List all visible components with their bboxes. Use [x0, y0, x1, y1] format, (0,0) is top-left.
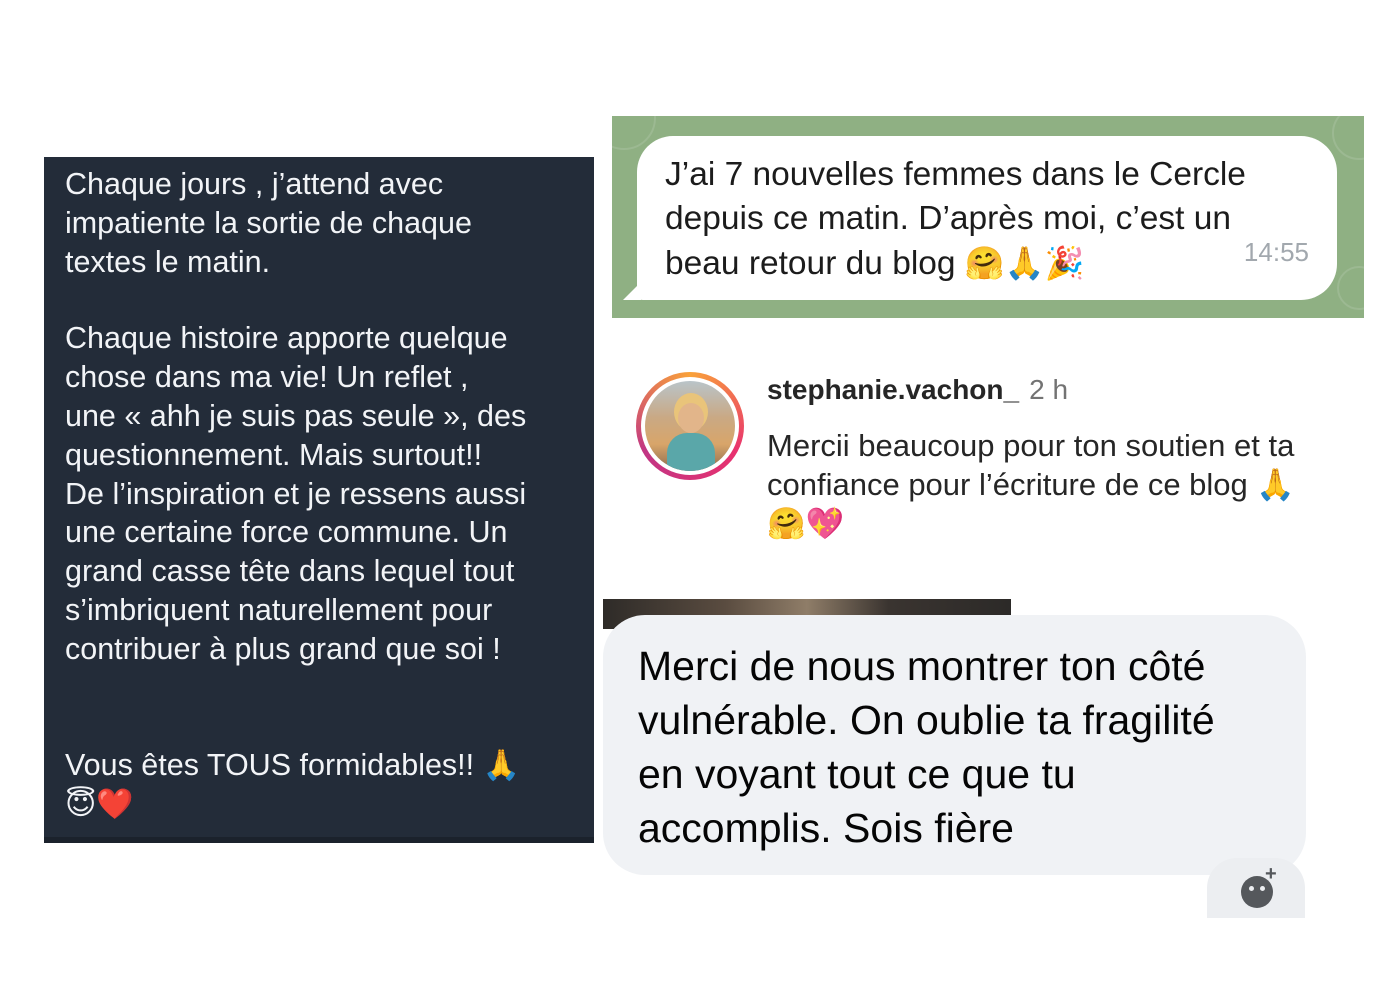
background-pattern [1332, 116, 1364, 160]
comment-header: stephanie.vachon_ 2 h [767, 374, 1068, 406]
grey-message-text: Merci de nous montrer ton côté vulnérabl… [638, 643, 1215, 851]
add-reaction-button[interactable]: + [1207, 858, 1305, 918]
comment-text: Mercii beaucoup pour ton soutien et ta c… [767, 426, 1364, 543]
grey-chat-bubble[interactable]: Merci de nous montrer ton côté vulnérabl… [603, 615, 1306, 875]
right-margin [1364, 100, 1400, 920]
left-message-paragraph-2: Chaque histoire apporte quelque chose da… [65, 321, 527, 666]
message-time: 14:55 [1243, 237, 1309, 267]
avatar-body [667, 433, 715, 471]
plus-icon: + [1265, 863, 1277, 885]
avatar[interactable] [636, 372, 744, 480]
comment-line-1: Mercii beaucoup pour ton soutien et ta [767, 428, 1295, 463]
left-message-card: Chaque jours , j’attend avec impatiente … [44, 157, 594, 843]
left-message-sign-off: Vous êtes TOUS formidables!! [65, 747, 483, 782]
green-message-text: J’ai 7 nouvelles femmes dans le Cercle d… [665, 156, 1246, 282]
left-message-paragraph-3: Vous êtes TOUS formidables!! 🙏 [65, 746, 572, 786]
instagram-comment: stephanie.vachon_ 2 h Mercii beaucoup pou… [612, 352, 1364, 552]
green-chat-panel: J’ai 7 nouvelles femmes dans le Cercle d… [612, 116, 1364, 318]
username[interactable]: stephanie.vachon_ [767, 374, 1019, 405]
avatar-head [678, 403, 704, 433]
left-message-paragraph-1: Chaque jours , j’attend avec impatiente … [65, 167, 472, 279]
comment-line-3: 🤗💖 [767, 506, 845, 541]
comment-line-2: confiance pour l’écriture de ce blog 🙏 [767, 467, 1295, 502]
left-message-emojis: 😇❤️ [65, 785, 572, 825]
pray-emoji: 🙏 [482, 748, 520, 782]
green-message-emojis: 🤗🙏🎉 [964, 245, 1085, 281]
angel-heart-emoji: 😇❤️ [65, 788, 134, 822]
card-bottom-strip [44, 837, 594, 843]
avatar-photo [645, 381, 735, 471]
background-pattern [1337, 266, 1364, 310]
bubble-tail [623, 282, 641, 300]
avatar-border [641, 377, 739, 475]
comment-time: 2 h [1029, 374, 1069, 405]
green-chat-bubble[interactable]: J’ai 7 nouvelles femmes dans le Cercle d… [623, 136, 1337, 300]
